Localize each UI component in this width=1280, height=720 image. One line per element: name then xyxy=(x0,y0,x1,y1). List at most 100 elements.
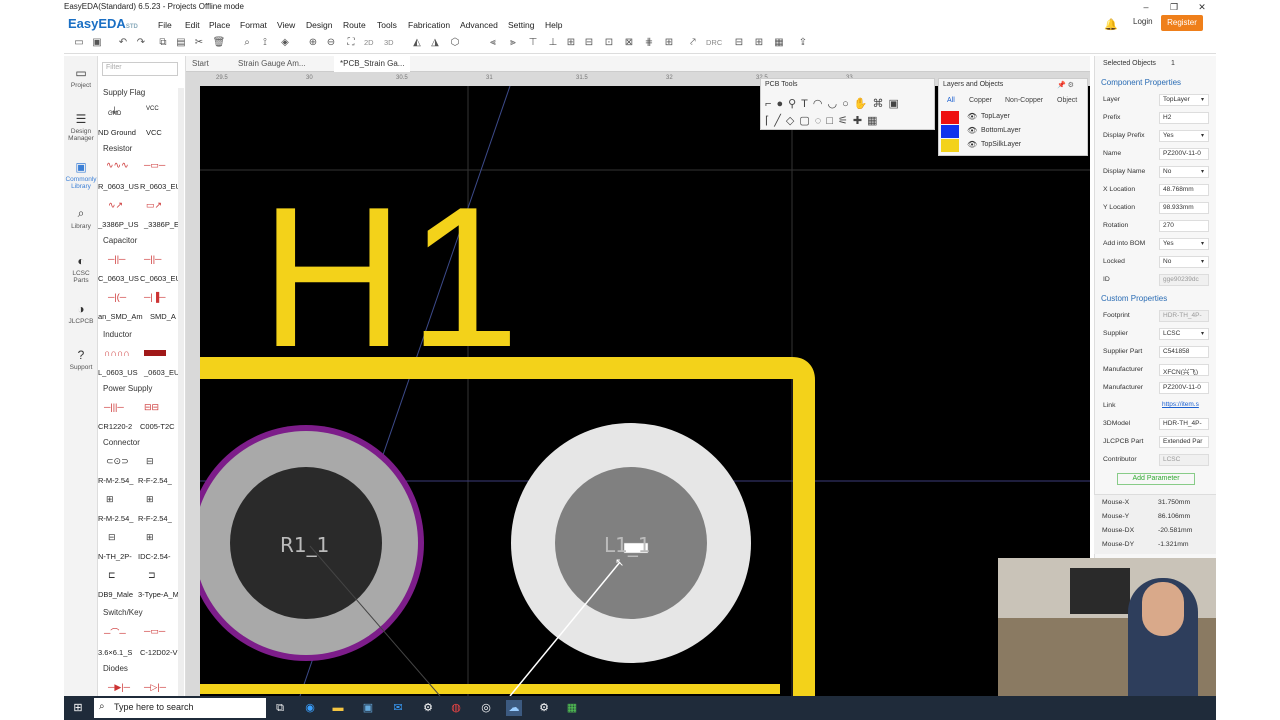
eye-icon[interactable]: 👁 xyxy=(967,140,977,149)
polarized-capacitor-icon[interactable]: ─|(─ xyxy=(108,292,126,302)
align-left-icon[interactable]: ⫷ xyxy=(486,36,500,50)
photo-icon[interactable]: ▦ xyxy=(867,115,882,127)
pcb-canvas[interactable]: H1 R1_1 L1_1 ↖ xyxy=(200,86,1090,696)
bell-icon[interactable]: 🔔 xyxy=(1104,18,1118,31)
mail-icon[interactable]: ✉ xyxy=(390,700,406,716)
header-2x-icon[interactable]: ⊞ xyxy=(146,494,154,505)
excel-icon[interactable]: ▦ xyxy=(564,700,580,716)
menu-place[interactable]: Place xyxy=(209,20,230,30)
file-explorer-icon[interactable]: ▬ xyxy=(330,700,346,716)
minimize-button[interactable]: – xyxy=(1132,0,1160,14)
erase-icon[interactable]: ◈ xyxy=(278,36,292,50)
windows-icon[interactable]: ⊞ xyxy=(70,700,86,716)
part-label[interactable]: L_0603_US xyxy=(98,368,138,377)
track-icon[interactable]: ⌐ xyxy=(765,98,776,110)
task-view-icon[interactable]: ⧉ xyxy=(272,700,288,716)
zoom-out-icon[interactable]: ⊖ xyxy=(324,36,338,50)
solid-region-icon[interactable]: ▢ xyxy=(799,115,814,127)
gerber-icon[interactable]: ⊞ xyxy=(752,36,766,50)
arc-icon[interactable]: ◠ xyxy=(813,98,828,110)
nav-lcsc-parts[interactable]: ◐ LCSC Parts xyxy=(64,254,98,284)
potentiometer-eu-icon[interactable]: ▭↗ xyxy=(146,200,162,211)
nav-commonly-library[interactable]: ▣ Commonly Library xyxy=(64,160,98,190)
polarized-capacitor-icon[interactable]: ─|▐─ xyxy=(144,292,165,302)
switch-icon[interactable]: ─▭─ xyxy=(144,626,165,637)
drc-button[interactable]: DRC xyxy=(706,38,722,47)
category-resistor[interactable]: Resistor xyxy=(103,144,132,153)
inductor-eu-icon[interactable] xyxy=(144,350,166,356)
settings-icon[interactable]: ⚙ xyxy=(420,700,436,716)
menu-edit[interactable]: Edit xyxy=(185,20,200,30)
part-label[interactable]: an_SMD_Am xyxy=(98,312,143,321)
part-label[interactable]: R_0603_US xyxy=(98,182,139,191)
part-label[interactable]: _0603_EU xyxy=(144,368,179,377)
header-2x-icon[interactable]: ⊞ xyxy=(106,494,114,505)
property-value[interactable]: 48.768mm xyxy=(1159,184,1209,196)
db9-icon[interactable]: ⊏ xyxy=(108,570,116,581)
layers-tab-object[interactable]: Object xyxy=(1057,97,1077,104)
login-link[interactable]: Login xyxy=(1133,17,1153,26)
pcb-tools-row-1[interactable]: ⌐●⚲T◠◡○✋⌘▣ xyxy=(765,97,904,110)
hole-icon[interactable]: ◌ xyxy=(815,115,827,127)
undo-icon[interactable]: ↶ xyxy=(116,36,130,50)
usb-icon[interactable]: ⊐ xyxy=(148,570,156,581)
view-2d-button[interactable]: 2D xyxy=(364,38,374,47)
circle-arc-icon[interactable]: ◡ xyxy=(828,98,843,110)
delete-icon[interactable]: 🗑 xyxy=(212,36,226,50)
part-label[interactable]: CR1220-2 xyxy=(98,422,132,431)
nav-project[interactable]: ▭ Project xyxy=(64,66,98,89)
layers-tab-copper[interactable]: Copper xyxy=(969,97,992,104)
line-icon[interactable]: ╱ xyxy=(774,115,786,127)
menu-advanced[interactable]: Advanced xyxy=(460,20,498,30)
property-value[interactable]: HDR-TH_4P- xyxy=(1159,418,1209,430)
menu-setting[interactable]: Setting xyxy=(508,20,534,30)
chevron-down-icon[interactable]: ▾ xyxy=(1201,330,1204,337)
layer-row-top-silk[interactable]: 👁 TopSilkLayer xyxy=(941,139,1085,152)
eye-icon[interactable]: 👁 xyxy=(967,126,977,135)
layout-icon[interactable]: ⊞ xyxy=(662,36,676,50)
new-icon[interactable]: ▭ xyxy=(72,36,86,50)
add-parameter-button[interactable]: Add Parameter xyxy=(1117,473,1195,485)
align-bottom-icon[interactable]: ⊥ xyxy=(546,36,560,50)
part-label[interactable]: C_0603_EU xyxy=(140,274,181,283)
redo-icon[interactable]: ↷ xyxy=(134,36,148,50)
part-label[interactable]: R-F-2.54_ xyxy=(138,476,172,485)
edge-icon[interactable]: ◉ xyxy=(302,700,318,716)
paste-icon[interactable]: ▤ xyxy=(174,36,188,50)
taskbar-search[interactable]: ⌕ Type here to search xyxy=(94,698,266,718)
part-label[interactable]: R-M-2.54_ xyxy=(98,514,133,523)
category-capacitor[interactable]: Capacitor xyxy=(103,236,137,245)
bom-icon[interactable]: ⊟ xyxy=(732,36,746,50)
chrome-icon[interactable]: ◍ xyxy=(448,700,464,716)
property-value[interactable]: 98.933mm xyxy=(1159,202,1209,214)
diode-icon[interactable]: ─▷|─ xyxy=(144,682,166,693)
part-label[interactable]: C_0603_US xyxy=(98,274,139,283)
chevron-down-icon[interactable]: ▾ xyxy=(1201,132,1204,139)
part-label[interactable]: 3-Type-A_M xyxy=(138,590,179,599)
tab-schematic[interactable]: Strain Gauge Am... xyxy=(232,56,312,72)
part-label[interactable]: VCC xyxy=(146,128,162,137)
rect-icon[interactable]: □ xyxy=(826,115,838,127)
silkscreen-designator[interactable]: H1 xyxy=(260,178,524,378)
route-icon[interactable]: ⤤ xyxy=(686,36,700,50)
menu-help[interactable]: Help xyxy=(545,20,562,30)
part-label[interactable]: R-F-2.54_ xyxy=(138,514,172,523)
property-value[interactable]: PZ200V-11-0 xyxy=(1159,382,1209,394)
property-value[interactable]: C541858 xyxy=(1159,346,1209,358)
share-icon[interactable]: ⇪ xyxy=(796,36,810,50)
canvas-origin-icon[interactable]: ✚ xyxy=(853,115,867,127)
align-right-icon[interactable]: ⫸ xyxy=(506,36,520,50)
property-value[interactable]: XFCN(兴飞) xyxy=(1159,364,1209,376)
eye-icon[interactable]: 👁 xyxy=(967,112,977,121)
property-value[interactable]: 270 xyxy=(1159,220,1209,232)
capacitor-icon[interactable]: ─||─ xyxy=(144,254,161,264)
property-value[interactable]: Extended Par xyxy=(1159,436,1209,448)
part-label[interactable]: R_0603_EU xyxy=(140,182,181,191)
potentiometer-us-icon[interactable]: ∿↗ xyxy=(108,200,123,211)
ungroup-icon[interactable]: ⊠ xyxy=(622,36,636,50)
layers-tab-non-copper[interactable]: Non-Copper xyxy=(1005,97,1043,104)
order-icon[interactable]: ▦ xyxy=(772,36,786,50)
part-label[interactable]: ND Ground xyxy=(98,128,136,137)
tab-start[interactable]: Start xyxy=(186,56,215,72)
component-properties-header[interactable]: Component Properties xyxy=(1101,78,1181,87)
